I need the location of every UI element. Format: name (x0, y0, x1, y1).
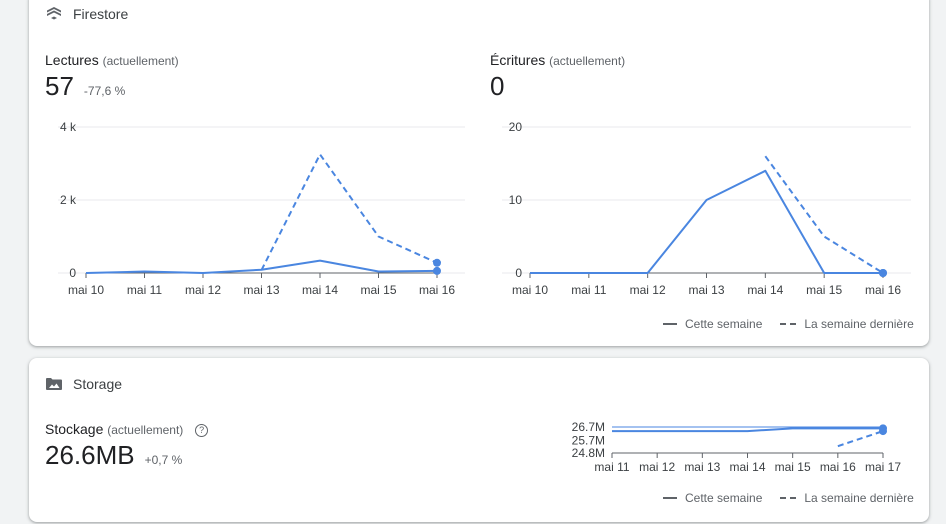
y-tick-label: 2 k (60, 193, 77, 207)
x-tick-label: mai 13 (684, 460, 720, 474)
x-tick-label: mai 12 (185, 283, 221, 297)
storage-sublabel: (actuellement) (107, 423, 184, 437)
previous-week-line (837, 430, 884, 448)
legend-previous-label: La semaine dernière (804, 491, 914, 505)
x-tick-label: mai 14 (729, 460, 765, 474)
x-tick-label: mai 13 (243, 283, 279, 297)
reads-value: 57 (45, 71, 74, 101)
x-tick-label: mai 12 (639, 460, 675, 474)
storage-label-text: Stockage (45, 421, 104, 437)
x-tick-label: mai 14 (302, 283, 338, 297)
legend-current-label: Cette semaine (685, 491, 763, 505)
series-endpoint (433, 258, 441, 267)
solid-line-swatch (663, 323, 677, 325)
x-tick-label: mai 12 (630, 283, 666, 297)
x-tick-label: mai 16 (865, 283, 901, 297)
firestore-card: Firestore Lectures (actuellement) 57 -77… (29, 0, 929, 346)
legend-item-previous: La semaine dernière (780, 317, 914, 331)
help-icon[interactable]: ? (195, 423, 209, 437)
firestore-legend: Cette semaine La semaine dernière (663, 317, 914, 331)
reads-delta: -77,6 % (83, 84, 126, 98)
storage-card: Storage Stockage (actuellement) ? 26.6MB… (29, 358, 929, 522)
x-tick-label: mai 15 (806, 283, 842, 297)
writes-chart: 0 10 20 mai 10 mai 11 mai 12 mai 13 mai 14 mai 1… (502, 120, 911, 297)
reads-metric: 57 -77,6 % (45, 71, 125, 102)
series-endpoint (879, 269, 887, 277)
writes-metric: 0 (490, 71, 504, 102)
x-tick-label: mai 13 (688, 283, 724, 297)
x-tick-label: mai 17 (865, 460, 901, 474)
legend-item-current: Cette semaine (663, 317, 762, 331)
series-endpoint (879, 427, 887, 436)
firestore-card-title: Firestore (45, 6, 128, 22)
legend-item-current: Cette semaine (663, 491, 762, 505)
previous-week-line (764, 155, 884, 274)
storage-label: Stockage (actuellement) ? (45, 421, 209, 437)
storage-card-title: Storage (45, 376, 122, 392)
y-tick-label: 20 (509, 120, 523, 134)
x-tick-label: mai 16 (419, 283, 455, 297)
dashed-line-swatch (780, 497, 797, 499)
storage-value: 26.6MB (45, 440, 135, 470)
writes-value: 0 (490, 71, 505, 101)
current-week-line (612, 427, 883, 433)
writes-sublabel: (actuellement) (549, 54, 626, 68)
dashed-line-swatch (780, 323, 797, 325)
reads-sublabel: (actuellement) (102, 54, 179, 68)
firestore-icon (47, 7, 61, 20)
x-tick-label: mai 11 (594, 460, 629, 474)
x-tick-label: mai 15 (775, 460, 811, 474)
reads-label-text: Lectures (45, 52, 99, 68)
storage-chart: 24.8M25.7M26.7M mai 11 mai 12 mai 13 mai 14 m… (572, 420, 902, 474)
storage-delta: +0,7 % (144, 453, 183, 467)
x-tick-label: mai 11 (127, 283, 162, 297)
legend-item-previous: La semaine dernière (780, 491, 914, 505)
x-tick-label: mai 16 (820, 460, 856, 474)
legend-previous-label: La semaine dernière (804, 317, 914, 331)
x-tick-label: mai 10 (512, 283, 548, 297)
firestore-title: Firestore (73, 6, 129, 22)
legend-current-label: Cette semaine (685, 317, 763, 331)
writes-label-text: Écritures (490, 52, 546, 68)
previous-week-line (260, 153, 438, 271)
y-tick-label: 10 (509, 193, 523, 207)
y-tick-label: 26.7M (572, 420, 605, 434)
current-week-line (530, 169, 883, 274)
y-tick-label: 4 k (60, 120, 77, 134)
storage-metric: 26.6MB +0,7 % (45, 440, 182, 471)
x-tick-label: mai 11 (571, 283, 606, 297)
solid-line-swatch (663, 497, 677, 499)
reads-chart: 0 2 k 4 k mai 10 mai 11 mai 12 mai 13 mai 14 mai… (58, 120, 465, 297)
storage-title: Storage (73, 376, 123, 392)
image-folder-icon (46, 378, 62, 390)
x-tick-label: mai 10 (68, 283, 104, 297)
current-week-line (85, 259, 438, 274)
x-tick-label: mai 15 (360, 283, 396, 297)
storage-legend: Cette semaine La semaine dernière (663, 491, 914, 505)
reads-label: Lectures (actuellement) (45, 52, 179, 68)
y-tick-label: 0 (69, 266, 76, 280)
y-tick-label: 25.7M (572, 434, 605, 448)
series-endpoint (433, 266, 441, 275)
y-tick-label: 24.8M (572, 446, 605, 460)
x-tick-label: mai 14 (747, 283, 783, 297)
writes-label: Écritures (actuellement) (490, 52, 625, 68)
y-tick-label: 0 (515, 266, 522, 280)
